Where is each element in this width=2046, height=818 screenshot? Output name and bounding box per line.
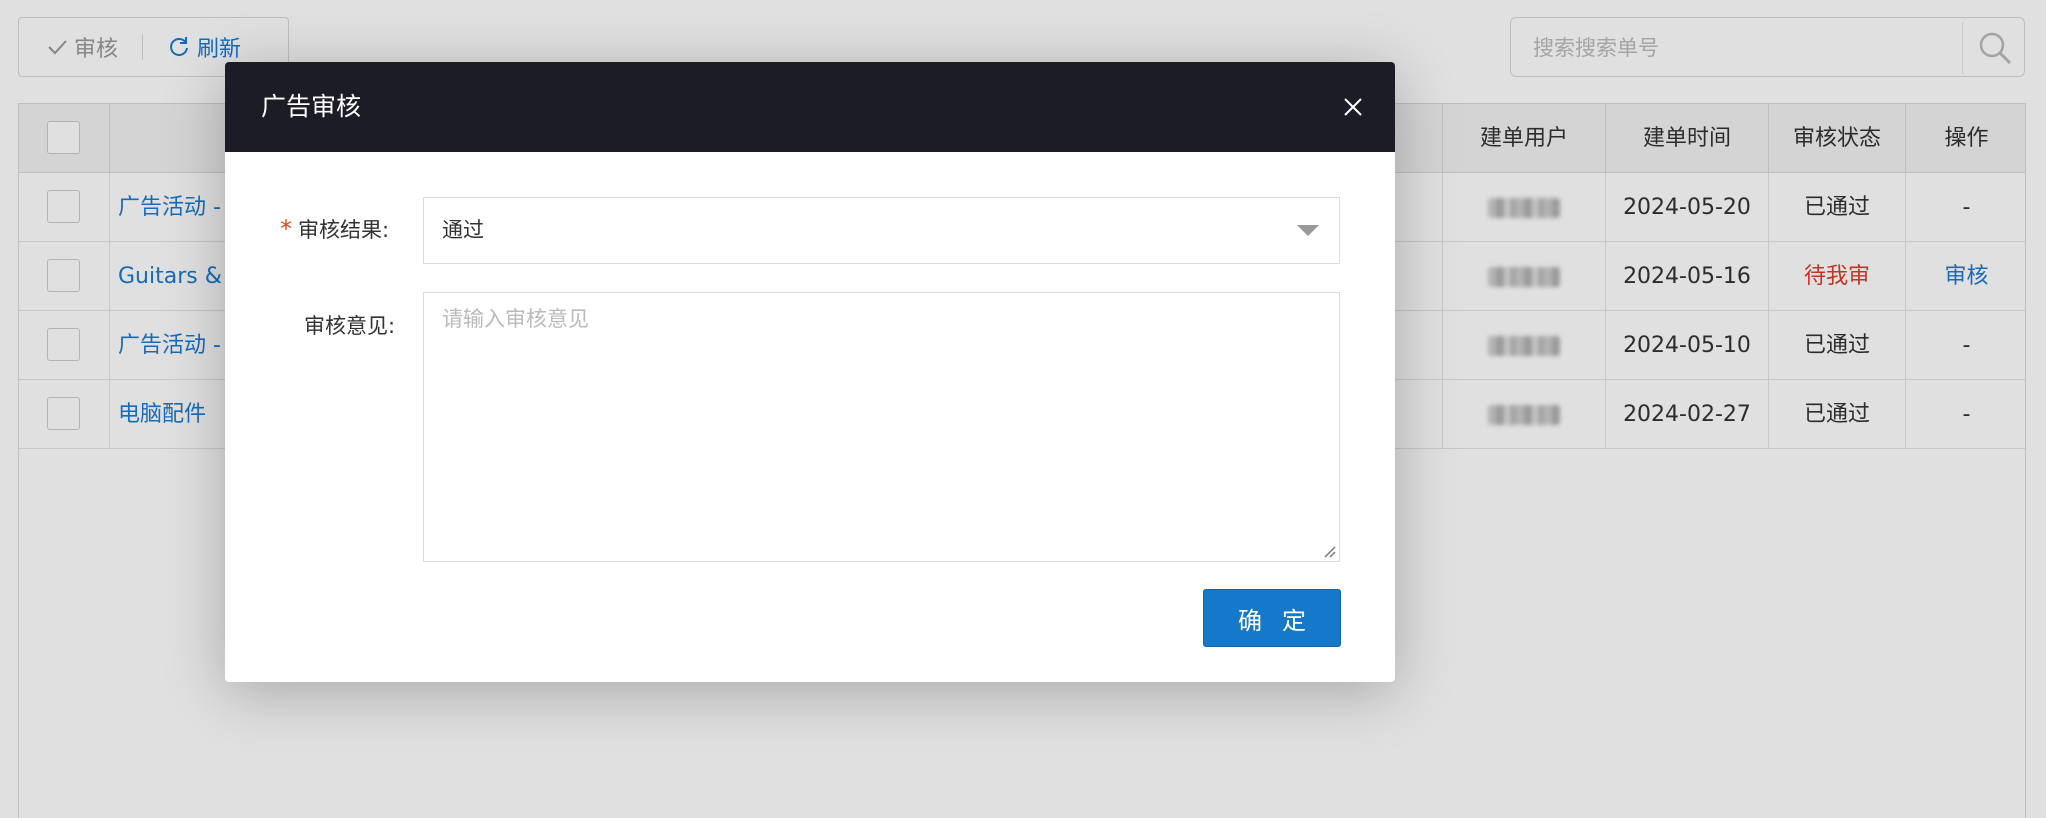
- confirm-button[interactable]: 确定: [1203, 589, 1341, 647]
- result-label: * 审核结果:: [280, 214, 389, 244]
- caret-down-icon: [1297, 225, 1319, 236]
- dialog-header: 广告审核: [225, 62, 1395, 152]
- audit-result-select[interactable]: 通过: [423, 197, 1340, 264]
- close-icon[interactable]: [1335, 89, 1371, 125]
- audit-comment-textarea[interactable]: [423, 292, 1340, 562]
- resize-grip-icon[interactable]: [1322, 544, 1336, 558]
- comment-label: 审核意见:: [304, 314, 396, 338]
- audit-dialog: 广告审核 *审核结果: 通过 审核意见: 确定: [225, 62, 1395, 682]
- result-label-text: 审核结果:: [298, 218, 390, 242]
- required-mark: *: [280, 215, 292, 243]
- dialog-title: 广告审核: [261, 92, 362, 121]
- audit-result-value: 通过: [442, 218, 484, 242]
